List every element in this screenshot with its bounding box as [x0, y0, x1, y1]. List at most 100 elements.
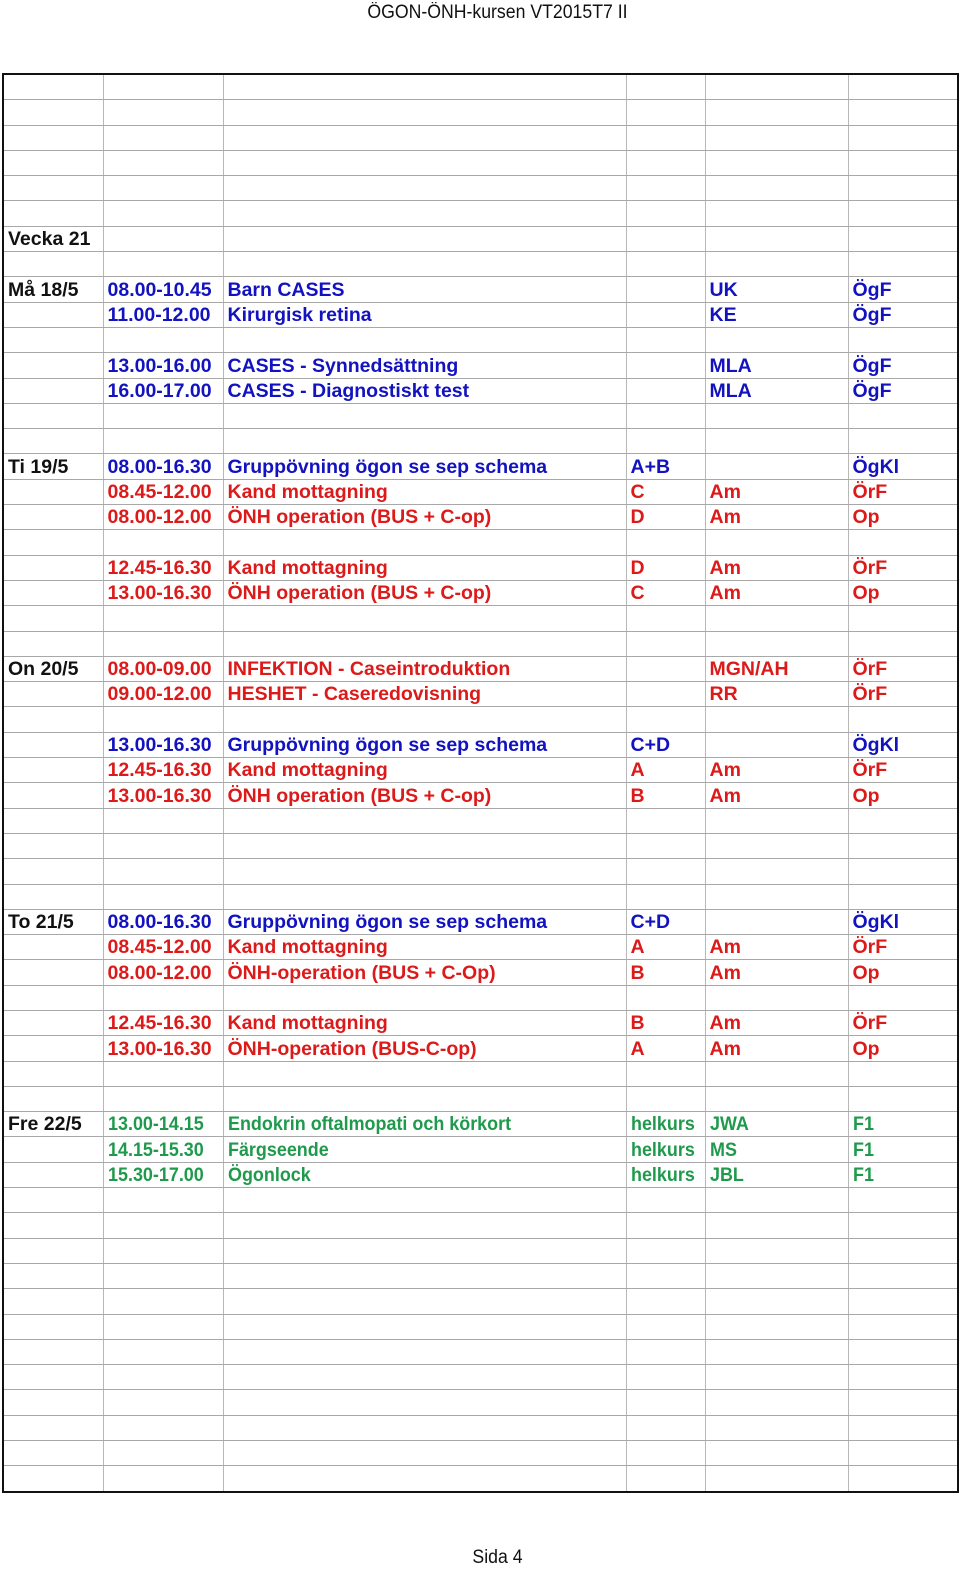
cell-time: [102, 326, 224, 354]
cell-place: ÖrF: [847, 1009, 959, 1037]
time-text: 08.00-16.30: [107, 911, 212, 934]
group-text: C+D: [630, 734, 671, 757]
teacher-text: MS: [709, 1138, 737, 1161]
activity-text: Kirurgisk retina: [227, 303, 372, 326]
cell-time: 08.00-09.00: [102, 655, 224, 683]
cell-day: [2, 959, 104, 986]
cell-place: [847, 832, 959, 860]
cell-activity: Barn CASES: [222, 276, 627, 303]
cell-time: [102, 630, 224, 657]
cell-activity: [222, 1288, 627, 1315]
cell-time: 13.00-16.30: [102, 731, 224, 759]
cell-group: [625, 149, 706, 177]
cell-group: [625, 225, 706, 253]
activity-text: ÖNH operation (BUS + C-op): [227, 582, 492, 605]
cell-day: [2, 326, 104, 354]
cell-teacher: [704, 225, 849, 253]
cell-day: [2, 1060, 104, 1087]
cell-day: [2, 1389, 104, 1416]
cell-activity: ÖNH-operation (BUS-C-op): [222, 1035, 627, 1062]
cell-place: [847, 1262, 959, 1290]
cell-teacher: Am: [704, 1009, 849, 1037]
cell-place: ÖrF: [847, 681, 959, 708]
cell-place: [847, 1085, 959, 1113]
cell-teacher: [704, 984, 849, 1011]
cell-teacher: [704, 529, 849, 556]
empty-row: [2, 1465, 959, 1493]
cell-activity: [222, 1440, 627, 1467]
cell-day: [2, 1136, 104, 1163]
cell-day: [2, 807, 104, 834]
cell-activity: [222, 200, 627, 227]
cell-day: [2, 706, 104, 733]
cell-day: [2, 478, 104, 506]
time-text: 13.00-16.30: [107, 582, 212, 605]
cell-day: [2, 428, 104, 455]
cell-teacher: [704, 251, 849, 278]
cell-place: Op: [847, 1035, 959, 1062]
cell-day: [2, 301, 104, 328]
cell-place: ÖgF: [847, 377, 959, 404]
group-text: A: [630, 1037, 645, 1060]
cell-place: ÖgF: [847, 352, 959, 379]
cell-teacher: Am: [704, 478, 849, 506]
cell-day: [2, 782, 104, 809]
group-text: helkurs: [630, 1113, 695, 1136]
cell-day: [2, 1212, 104, 1239]
empty-row: [2, 1187, 959, 1214]
empty-row: [2, 99, 959, 126]
cell-time: 15.30-17.00: [102, 1161, 224, 1189]
cell-activity: [222, 124, 627, 151]
cell-day: [2, 402, 104, 430]
cell-group: A+B: [625, 453, 706, 480]
cell-place: ÖgKl: [847, 453, 959, 480]
schedule-table: Vecka 21 Må 18/5 08.00-10.45 Barn CASES UK Ög…: [2, 73, 959, 1493]
cell-activity: [222, 1187, 627, 1214]
cell-group: [625, 706, 706, 733]
cell-activity: [222, 326, 627, 354]
cell-place: [847, 124, 959, 151]
cell-activity: [222, 832, 627, 860]
cell-activity: Kand mottagning: [222, 1009, 627, 1037]
cell-place: [847, 1212, 959, 1239]
cell-activity: [222, 225, 627, 253]
activity-text: Färgseende: [227, 1138, 329, 1161]
cell-place: [847, 529, 959, 556]
cell-place: [847, 1237, 959, 1264]
cell-activity: [222, 984, 627, 1011]
place-text: F1: [852, 1138, 874, 1161]
cell-group: [625, 1414, 706, 1442]
teacher-text: RR: [709, 683, 738, 706]
schedule-row: 08.00-12.00 ÖNH-operation (BUS + C-Op) B Am…: [2, 959, 959, 986]
cell-time: 08.45-12.00: [102, 478, 224, 506]
cell-teacher: [704, 1237, 849, 1264]
place-text: Op: [852, 1037, 880, 1060]
teacher-text: Am: [709, 582, 741, 605]
cell-teacher: [704, 1262, 849, 1290]
cell-time: 11.00-12.00: [102, 301, 224, 328]
cell-place: [847, 883, 959, 910]
cell-day: [2, 1465, 104, 1493]
cell-place: [847, 1187, 959, 1214]
empty-row: [2, 1440, 959, 1467]
empty-row: [2, 605, 959, 632]
cell-time: 08.00-10.45: [102, 276, 224, 303]
cell-teacher: [704, 1060, 849, 1087]
cell-teacher: [704, 706, 849, 733]
cell-day: [2, 731, 104, 759]
cell-activity: [222, 1338, 627, 1366]
cell-activity: [222, 1389, 627, 1416]
cell-group: C: [625, 478, 706, 506]
cell-group: helkurs: [625, 1161, 706, 1189]
activity-text: Ögonlock: [227, 1164, 311, 1187]
cell-group: B: [625, 959, 706, 986]
cell-teacher: MLA: [704, 377, 849, 404]
cell-group: B: [625, 1009, 706, 1037]
cell-day: [2, 605, 104, 632]
cell-time: [102, 807, 224, 834]
cell-time: 12.45-16.30: [102, 1009, 224, 1037]
place-text: Op: [852, 784, 880, 807]
cell-teacher: [704, 630, 849, 657]
cell-teacher: [704, 1364, 849, 1391]
cell-activity: [222, 99, 627, 126]
